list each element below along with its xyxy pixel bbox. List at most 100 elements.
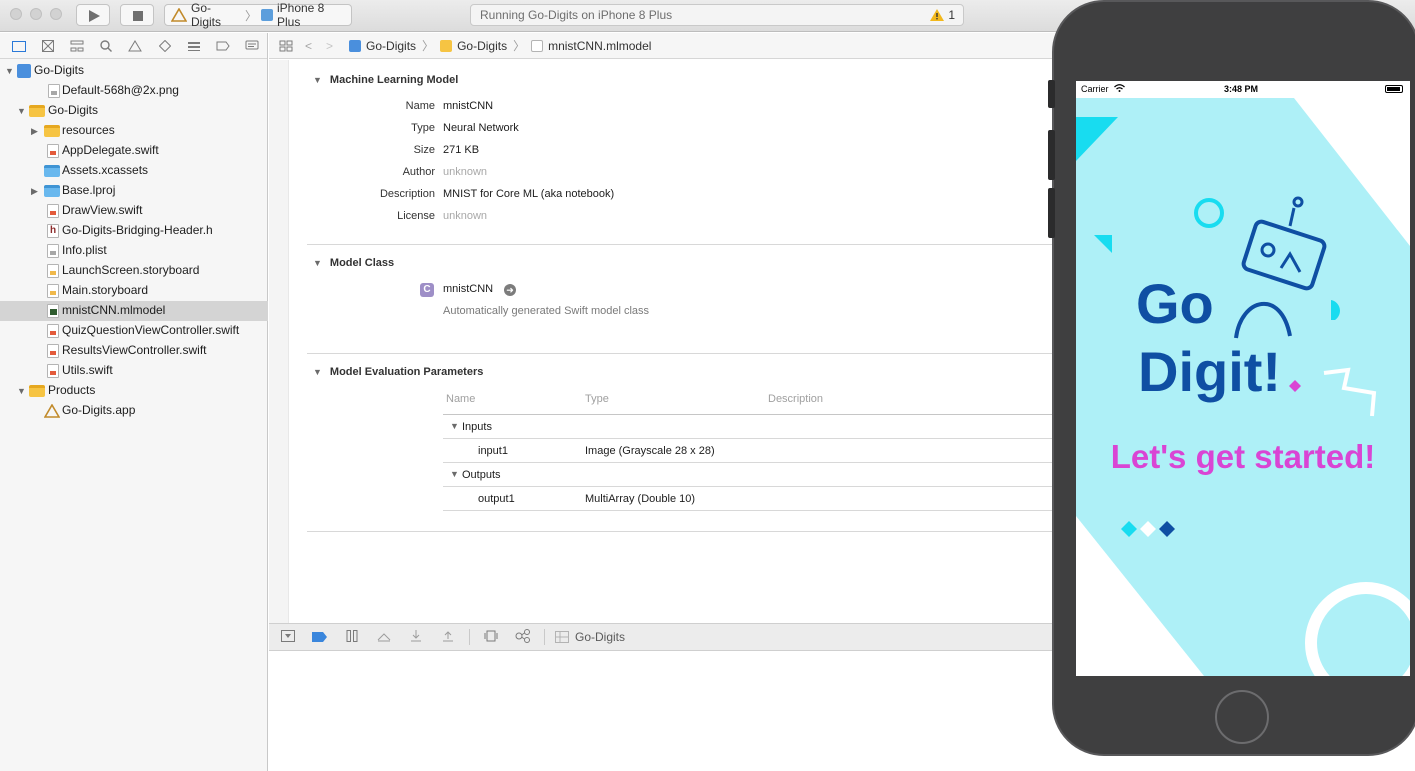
tree-item-group-go-digits[interactable]: ▼ Go-Digits <box>0 101 268 121</box>
report-navigator-tab[interactable] <box>238 36 267 56</box>
section-divider <box>307 244 1057 245</box>
tree-item-appdelegate[interactable]: AppDelegate.swift <box>0 141 268 161</box>
device-screen[interactable]: Carrier 3:48 PM Go Digit! Let's get star… <box>1076 81 1410 676</box>
warning-indicator[interactable]: 1 <box>930 8 955 22</box>
tree-item-assets[interactable]: Assets.xcassets <box>0 161 268 181</box>
type-label: Type <box>411 122 435 134</box>
section-model-class-header[interactable]: ▼ Model Class <box>313 257 394 269</box>
project-navigator-tab[interactable] <box>4 36 33 56</box>
forward-chevron-icon[interactable]: > <box>326 39 333 53</box>
disclosure-open-icon[interactable]: ▼ <box>313 367 322 377</box>
run-button[interactable] <box>76 4 110 26</box>
close-window-button[interactable] <box>10 8 22 20</box>
tree-item-launchscreen[interactable]: LaunchScreen.storyboard <box>0 261 268 281</box>
tree-item-quizquestion-vc[interactable]: QuizQuestionViewController.swift <box>0 321 268 341</box>
section-ml-model-header[interactable]: ▼ Machine Learning Model <box>313 74 458 86</box>
tree-item-drawview[interactable]: DrawView.swift <box>0 201 268 221</box>
memory-graph-button[interactable] <box>512 628 534 646</box>
tree-item-label: Assets.xcassets <box>62 163 149 177</box>
speech-bubble-icon <box>245 40 259 49</box>
volume-up-button[interactable] <box>1048 130 1055 180</box>
step-out-button[interactable] <box>437 630 459 645</box>
test-navigator-tab[interactable] <box>150 36 179 56</box>
related-items-grid-icon[interactable] <box>279 40 293 52</box>
table-row-divider <box>443 510 1055 511</box>
name-label: Name <box>405 100 435 112</box>
zoom-window-button[interactable] <box>50 8 62 20</box>
breadcrumb-separator: 〉 <box>422 39 435 53</box>
disclosure-open-icon[interactable]: ▼ <box>17 386 27 396</box>
carrier-text: Carrier <box>1081 84 1109 94</box>
breadcrumb-label: Go-Digits <box>366 38 417 53</box>
step-into-button[interactable] <box>405 629 427 645</box>
disclosure-open-icon[interactable]: ▼ <box>5 66 15 76</box>
breadcrumb-project[interactable]: Go-Digits <box>349 39 416 53</box>
stop-button[interactable] <box>120 4 154 26</box>
volume-down-button[interactable] <box>1048 188 1055 238</box>
project-root-row[interactable]: ▼ Go-Digits <box>0 61 268 81</box>
tree-item-main-storyboard[interactable]: Main.storyboard <box>0 281 268 301</box>
symbol-navigator-tab[interactable] <box>62 36 91 56</box>
mute-switch[interactable] <box>1048 80 1055 108</box>
app-target-icon <box>171 8 187 22</box>
disclosure-closed-icon[interactable]: ▶ <box>31 186 41 197</box>
tree-item-label: Base.lproj <box>62 183 116 197</box>
breakpoint-navigator-tab[interactable] <box>209 36 238 56</box>
column-header-description[interactable]: Description <box>768 393 823 405</box>
go-to-class-arrow-icon[interactable]: ➜ <box>504 284 516 296</box>
jump-bar: < > Go-Digits 〉 Go-Digits 〉 mnistCNN.mlm… <box>269 33 1055 59</box>
breakpoints-toggle-button[interactable] <box>309 630 331 645</box>
disclosure-open-icon[interactable]: ▼ <box>450 421 459 431</box>
tree-item-label: Main.storyboard <box>62 283 149 297</box>
diamond-icon <box>158 39 171 52</box>
tree-item-base-lproj[interactable]: ▶ Base.lproj <box>0 181 268 201</box>
debug-target-selector[interactable]: Go-Digits <box>555 630 625 644</box>
source-control-tab[interactable] <box>33 36 62 56</box>
tree-item-go-digits-app[interactable]: Go-Digits.app <box>0 401 268 421</box>
scheme-separator: 〉 <box>244 8 257 23</box>
tree-item-label: Default-568h@2x.png <box>62 83 179 97</box>
source-control-icon <box>41 39 54 52</box>
disclosure-open-icon[interactable]: ▼ <box>17 106 27 116</box>
tree-item-resources[interactable]: ▶ resources <box>0 121 268 141</box>
swift-file-icon <box>47 324 59 338</box>
tree-item-products[interactable]: ▼ Products <box>0 381 268 401</box>
tree-item-utils[interactable]: Utils.swift <box>0 361 268 381</box>
debug-console-area[interactable] <box>269 652 1055 771</box>
disclosure-open-icon[interactable]: ▼ <box>313 75 322 85</box>
disclosure-open-icon[interactable]: ▼ <box>450 469 459 479</box>
section-evaluation-header[interactable]: ▼ Model Evaluation Parameters <box>313 366 483 378</box>
tree-item-bridging-header[interactable]: h Go-Digits-Bridging-Header.h <box>0 221 268 241</box>
minimize-window-button[interactable] <box>30 8 42 20</box>
tree-item-results-vc[interactable]: ResultsViewController.swift <box>0 341 268 361</box>
hide-debug-area-button[interactable] <box>277 629 299 645</box>
storyboard-file-icon <box>47 284 59 298</box>
find-navigator-tab[interactable] <box>92 36 121 56</box>
tree-item-mnistcnn-mlmodel[interactable]: mnistCNN.mlmodel <box>0 301 268 321</box>
breadcrumb-file[interactable]: mnistCNN.mlmodel <box>531 39 651 53</box>
debug-navigator-tab[interactable] <box>179 36 208 56</box>
mlmodel-file-icon <box>531 39 544 52</box>
column-header-type[interactable]: Type <box>585 393 609 405</box>
tree-item-label: resources <box>62 123 115 137</box>
column-header-name[interactable]: Name <box>446 393 475 405</box>
view-debugger-button[interactable] <box>480 630 502 645</box>
tree-item-info-plist[interactable]: Info.plist <box>0 241 268 261</box>
home-button[interactable] <box>1215 690 1269 744</box>
table-row-divider <box>443 486 1055 487</box>
disclosure-open-icon[interactable]: ▼ <box>313 258 322 268</box>
section-title: Model Evaluation Parameters <box>329 366 484 378</box>
license-value: unknown <box>443 210 488 222</box>
issue-navigator-tab[interactable] <box>121 36 150 56</box>
pause-icon <box>346 629 358 642</box>
disclosure-closed-icon[interactable]: ▶ <box>31 126 41 137</box>
scheme-selector[interactable]: Go-Digits 〉 iPhone 8 Plus <box>164 1 352 29</box>
back-chevron-icon[interactable]: < <box>305 39 312 53</box>
pause-button[interactable] <box>341 629 363 645</box>
step-over-button[interactable] <box>373 630 395 645</box>
breadcrumb-group[interactable]: Go-Digits <box>440 39 507 53</box>
folder-icon <box>29 385 45 397</box>
inputs-group-label: Inputs <box>462 421 492 433</box>
iphone-device-frame: Carrier 3:48 PM Go Digit! Let's get star… <box>1048 0 1415 756</box>
tree-item-default-png[interactable]: Default-568h@2x.png <box>0 81 268 101</box>
